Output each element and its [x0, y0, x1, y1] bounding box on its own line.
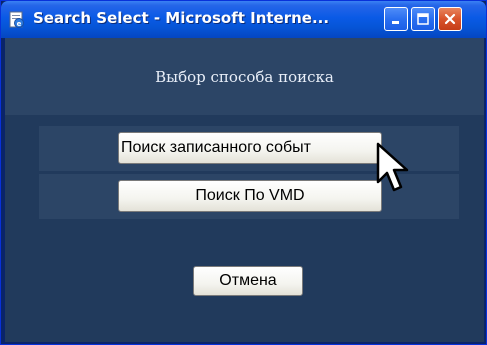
close-button[interactable] [438, 7, 462, 31]
header-row: Выбор способа поиска [5, 38, 484, 115]
close-icon [444, 13, 456, 25]
ie-page-icon: e [7, 10, 27, 30]
browser-window: e Search Select - Microsoft Interne... В… [0, 0, 487, 345]
maximize-button[interactable] [411, 7, 435, 31]
recorded-event-search-button[interactable]: Поиск записанного событ [118, 132, 382, 164]
dialog-heading: Выбор способа поиска [155, 68, 334, 86]
svg-text:e: e [17, 20, 22, 28]
mouse-pointer-icon [376, 142, 409, 192]
window-title: Search Select - Microsoft Interne... [33, 9, 330, 27]
vmd-search-button[interactable]: Поиск По VMD [118, 180, 382, 212]
minimize-icon [392, 21, 399, 24]
minimize-button[interactable] [384, 7, 408, 31]
title-bar[interactable]: e Search Select - Microsoft Interne... [1, 1, 486, 38]
maximize-icon [417, 13, 429, 25]
cancel-button[interactable]: Отмена [193, 266, 303, 296]
